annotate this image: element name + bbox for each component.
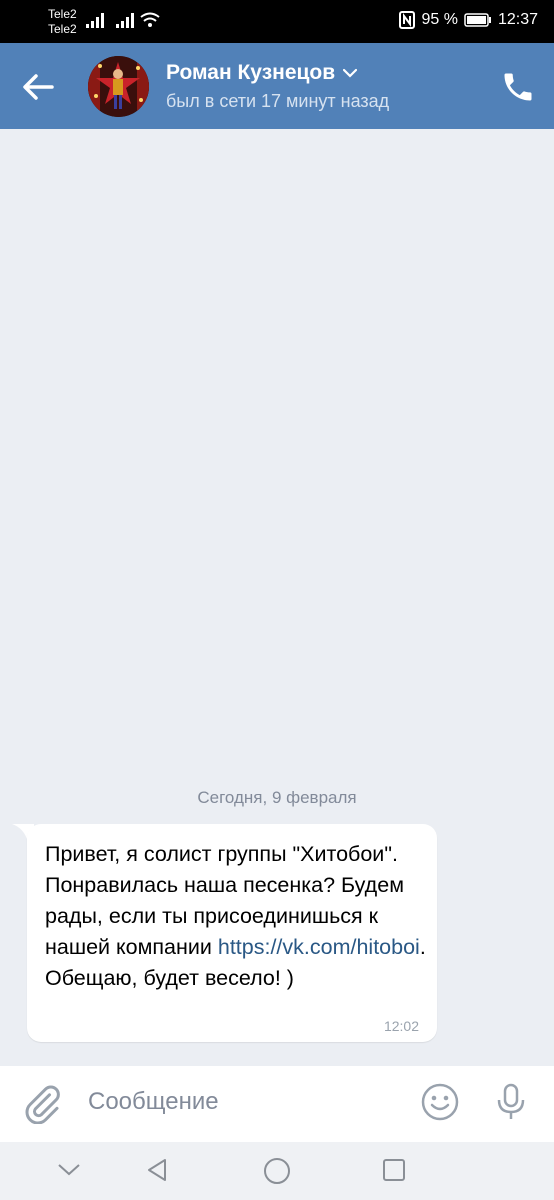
message-composer: Сообщение [0, 1066, 554, 1142]
chevron-down-icon[interactable] [56, 1162, 82, 1178]
chat-header: Роман Кузнецов был в сети 17 минут назад [0, 43, 554, 129]
battery-percent: 95 % [421, 11, 458, 28]
message-text: Привет, я солист группы "Хитобои". Понра… [45, 839, 430, 994]
last-seen: был в сети 17 минут назад [166, 91, 390, 111]
battery-icon [464, 13, 491, 27]
signal-icon [86, 13, 104, 28]
message-input[interactable]: Сообщение [88, 1088, 219, 1116]
wifi-icon [140, 12, 160, 27]
back-triangle-icon[interactable] [143, 1156, 171, 1184]
message-link[interactable]: https://vk.com/hitoboi [218, 935, 420, 959]
avatar[interactable] [88, 56, 149, 117]
clock: 12:37 [497, 11, 538, 28]
attach-icon[interactable] [22, 1084, 62, 1124]
recents-square-icon[interactable] [381, 1157, 407, 1183]
status-bar: Tele2 Tele2 95 % 12:37 [0, 0, 554, 43]
microphone-icon[interactable] [494, 1082, 528, 1122]
chevron-down-icon [343, 68, 358, 78]
carrier-2: Tele2 [48, 22, 77, 36]
contact-name: Роман Кузнецов [166, 61, 336, 84]
message-time: 12:02 [383, 1018, 419, 1034]
system-nav-bar [0, 1142, 554, 1200]
phone-icon[interactable] [500, 69, 536, 105]
message-bubble[interactable]: Привет, я солист группы "Хитобои". Понра… [27, 824, 437, 1042]
smile-icon[interactable] [420, 1082, 460, 1122]
date-separator: Сегодня, 9 февраля [197, 788, 357, 807]
signal-icon [116, 13, 134, 28]
carrier-1: Tele2 [48, 7, 77, 21]
contact-name-row[interactable]: Роман Кузнецов [166, 61, 358, 85]
nfc-icon [399, 11, 416, 29]
back-arrow-icon[interactable] [18, 67, 58, 107]
home-circle-icon[interactable] [262, 1156, 292, 1186]
